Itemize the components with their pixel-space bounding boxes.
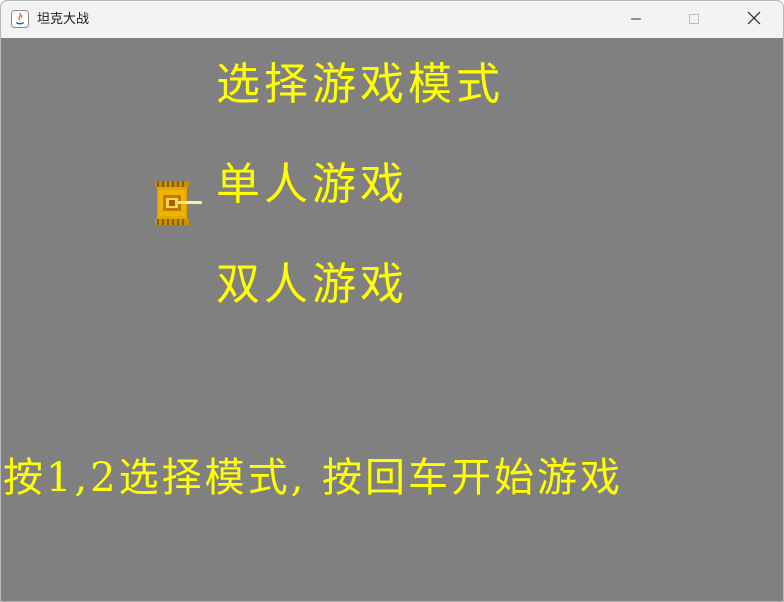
menu-title: 选择游戏模式	[216, 59, 504, 110]
option-single-player[interactable]: 单人游戏	[216, 163, 408, 207]
option-two-player[interactable]: 双人游戏	[216, 263, 408, 307]
maximize-button[interactable]	[665, 1, 723, 38]
minimize-button[interactable]	[607, 1, 665, 38]
minimize-icon	[630, 10, 642, 29]
window-title: 坦克大战	[37, 12, 90, 27]
close-icon	[747, 10, 761, 29]
close-button[interactable]	[725, 1, 783, 38]
instruction-hint: 按1,2选择模式, 按回车开始游戏	[3, 455, 624, 501]
maximize-icon	[688, 10, 700, 29]
game-window: 坦克大战 选择游戏模式 单人游戏 双人游戏 按1,2选择模式, 按回车开始游戏	[0, 0, 784, 602]
game-canvas[interactable]: 选择游戏模式 单人游戏 双人游戏 按1,2选择模式, 按回车开始游戏	[1, 38, 783, 601]
tank-icon	[154, 180, 204, 226]
title-bar[interactable]: 坦克大战	[1, 1, 783, 38]
java-app-icon	[11, 10, 29, 28]
